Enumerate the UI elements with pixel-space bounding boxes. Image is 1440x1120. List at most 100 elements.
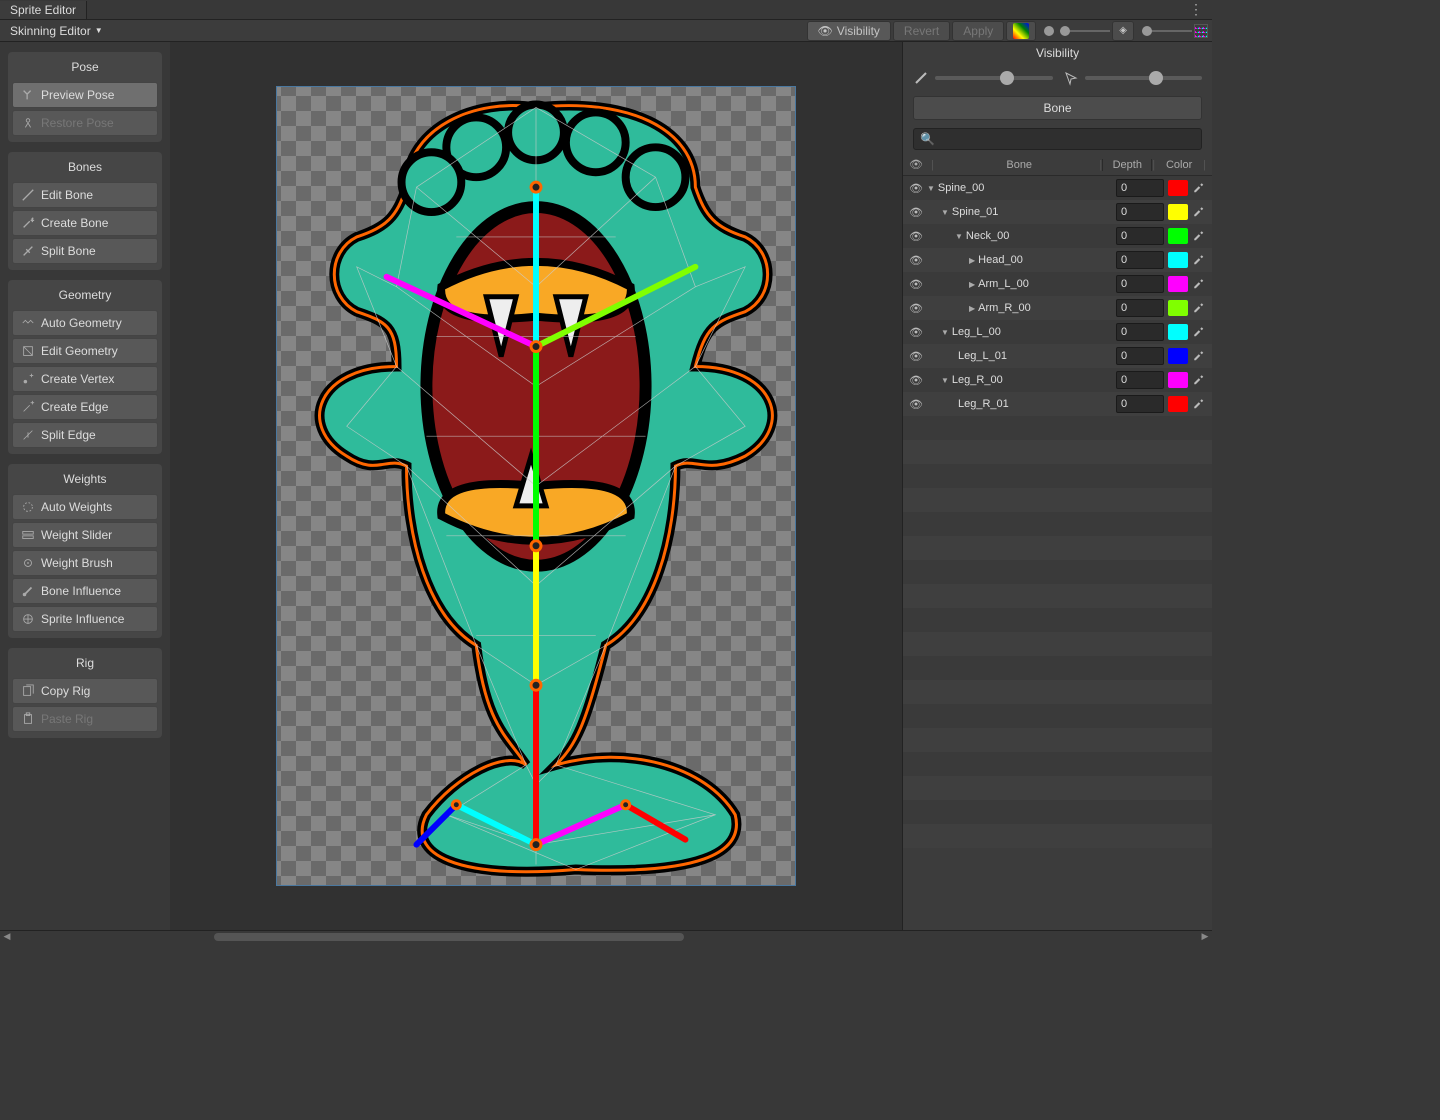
eyedropper-icon[interactable]	[1192, 181, 1206, 196]
color-mode-button[interactable]	[1006, 21, 1036, 41]
tab-sprite-editor[interactable]: Sprite Editor	[0, 1, 87, 19]
eyedropper-icon[interactable]	[1192, 373, 1206, 388]
mesh-toggle-button[interactable]: ◈	[1112, 21, 1134, 41]
bone-tab-dropdown[interactable]: Bone	[913, 96, 1202, 120]
mode-dropdown[interactable]: Skinning Editor	[4, 24, 109, 38]
sprite-viewport[interactable]	[276, 86, 796, 886]
depth-input[interactable]	[1116, 299, 1164, 317]
depth-input[interactable]	[1116, 395, 1164, 413]
eyedropper-icon[interactable]	[1192, 205, 1206, 220]
eye-icon[interactable]: 👁	[909, 350, 927, 363]
canvas-area[interactable]	[170, 42, 902, 930]
mesh-opacity-slider[interactable]	[1063, 70, 1203, 86]
eye-icon[interactable]: 👁	[909, 206, 927, 219]
depth-input[interactable]	[1116, 251, 1164, 269]
tree-arrow-icon[interactable]: ▼	[955, 232, 963, 241]
bone-row[interactable]: 👁 ▼ Spine_00	[903, 176, 1212, 200]
edit-bone-button[interactable]: Edit Bone	[12, 182, 158, 208]
copy-rig-button[interactable]: Copy Rig	[12, 678, 158, 704]
bone-color-swatch[interactable]	[1168, 396, 1188, 412]
grid-icon[interactable]	[1194, 24, 1208, 38]
apply-button[interactable]: Apply	[952, 21, 1004, 41]
bone-row[interactable]: 👁 ▶ Head_00	[903, 248, 1212, 272]
eye-icon[interactable]: 👁	[909, 182, 927, 195]
tree-arrow-icon[interactable]: ▶	[969, 256, 975, 265]
eyedropper-icon[interactable]	[1192, 253, 1206, 268]
header-color[interactable]: Color	[1155, 159, 1203, 171]
bone-row[interactable]: 👁 ▶ Arm_R_00	[903, 296, 1212, 320]
auto-geometry-button[interactable]: Auto Geometry	[12, 310, 158, 336]
tree-arrow-icon[interactable]: ▼	[941, 208, 949, 217]
tree-arrow-icon[interactable]: ▼	[927, 184, 935, 193]
depth-input[interactable]	[1116, 179, 1164, 197]
eyedropper-icon[interactable]	[1192, 301, 1206, 316]
tree-arrow-icon[interactable]: ▶	[969, 304, 975, 313]
weight-slider-button[interactable]: Weight Slider	[12, 522, 158, 548]
tree-arrow-icon[interactable]: ▼	[941, 376, 949, 385]
bone-color-swatch[interactable]	[1168, 276, 1188, 292]
bone-color-swatch[interactable]	[1168, 324, 1188, 340]
eyedropper-icon[interactable]	[1192, 229, 1206, 244]
scroll-right-arrow[interactable]: ▶	[1198, 931, 1212, 942]
eye-icon[interactable]: 👁	[909, 326, 927, 339]
depth-input[interactable]	[1116, 275, 1164, 293]
opacity-slider-1[interactable]	[1044, 26, 1110, 36]
eyedropper-icon[interactable]	[1192, 277, 1206, 292]
split-edge-button[interactable]: Split Edge	[12, 422, 158, 448]
preview-pose-button[interactable]: Preview Pose	[12, 82, 158, 108]
eye-icon[interactable]: 👁	[909, 230, 927, 243]
bottom-scrollbar[interactable]: ◀ ▶	[0, 930, 1212, 942]
eyedropper-icon[interactable]	[1192, 325, 1206, 340]
bone-color-swatch[interactable]	[1168, 228, 1188, 244]
revert-button[interactable]: Revert	[893, 21, 950, 41]
bone-color-swatch[interactable]	[1168, 300, 1188, 316]
bone-row[interactable]: 👁 Leg_R_01	[903, 392, 1212, 416]
depth-input[interactable]	[1116, 323, 1164, 341]
bone-color-swatch[interactable]	[1168, 204, 1188, 220]
bone-opacity-slider[interactable]	[913, 70, 1053, 86]
eye-icon[interactable]: 👁	[909, 374, 927, 387]
bone-influence-button[interactable]: Bone Influence	[12, 578, 158, 604]
depth-input[interactable]	[1116, 227, 1164, 245]
opacity-slider-2[interactable]	[1142, 30, 1192, 32]
tree-arrow-icon[interactable]: ▼	[941, 328, 949, 337]
eye-icon[interactable]: 👁	[909, 254, 927, 267]
empty-row	[903, 704, 1212, 728]
auto-weights-button[interactable]: Auto Weights	[12, 494, 158, 520]
depth-input[interactable]	[1116, 347, 1164, 365]
eyedropper-icon[interactable]	[1192, 349, 1206, 364]
bone-search-input[interactable]: 🔍	[913, 128, 1202, 150]
eyedropper-icon[interactable]	[1192, 397, 1206, 412]
sprite-influence-button[interactable]: Sprite Influence	[12, 606, 158, 632]
eye-icon[interactable]: 👁	[909, 302, 927, 315]
bone-row[interactable]: 👁 Leg_L_01	[903, 344, 1212, 368]
eye-icon[interactable]: 👁	[909, 398, 927, 411]
scroll-left-arrow[interactable]: ◀	[0, 931, 14, 942]
split-bone-button[interactable]: Split Bone	[12, 238, 158, 264]
bone-row[interactable]: 👁 ▶ Arm_L_00	[903, 272, 1212, 296]
tree-arrow-icon[interactable]: ▶	[969, 280, 975, 289]
bone-row[interactable]: 👁 ▼ Neck_00	[903, 224, 1212, 248]
paste-rig-button[interactable]: Paste Rig	[12, 706, 158, 732]
bone-color-swatch[interactable]	[1168, 372, 1188, 388]
search-icon: 🔍	[920, 132, 935, 146]
kebab-icon[interactable]: ⋮	[1189, 1, 1204, 18]
create-bone-button[interactable]: Create Bone	[12, 210, 158, 236]
create-vertex-button[interactable]: Create Vertex	[12, 366, 158, 392]
bone-color-swatch[interactable]	[1168, 252, 1188, 268]
depth-input[interactable]	[1116, 371, 1164, 389]
restore-pose-button[interactable]: Restore Pose	[12, 110, 158, 136]
bone-color-swatch[interactable]	[1168, 348, 1188, 364]
edit-geometry-button[interactable]: Edit Geometry	[12, 338, 158, 364]
visibility-button[interactable]: 👁 Visibility	[807, 21, 891, 41]
eye-icon[interactable]: 👁	[909, 278, 927, 291]
weight-brush-button[interactable]: Weight Brush	[12, 550, 158, 576]
create-edge-button[interactable]: Create Edge	[12, 394, 158, 420]
depth-input[interactable]	[1116, 203, 1164, 221]
bone-color-swatch[interactable]	[1168, 180, 1188, 196]
bone-row[interactable]: 👁 ▼ Leg_R_00	[903, 368, 1212, 392]
header-bone[interactable]: Bone	[939, 159, 1099, 171]
bone-row[interactable]: 👁 ▼ Spine_01	[903, 200, 1212, 224]
header-depth[interactable]: Depth	[1102, 159, 1152, 171]
bone-row[interactable]: 👁 ▼ Leg_L_00	[903, 320, 1212, 344]
